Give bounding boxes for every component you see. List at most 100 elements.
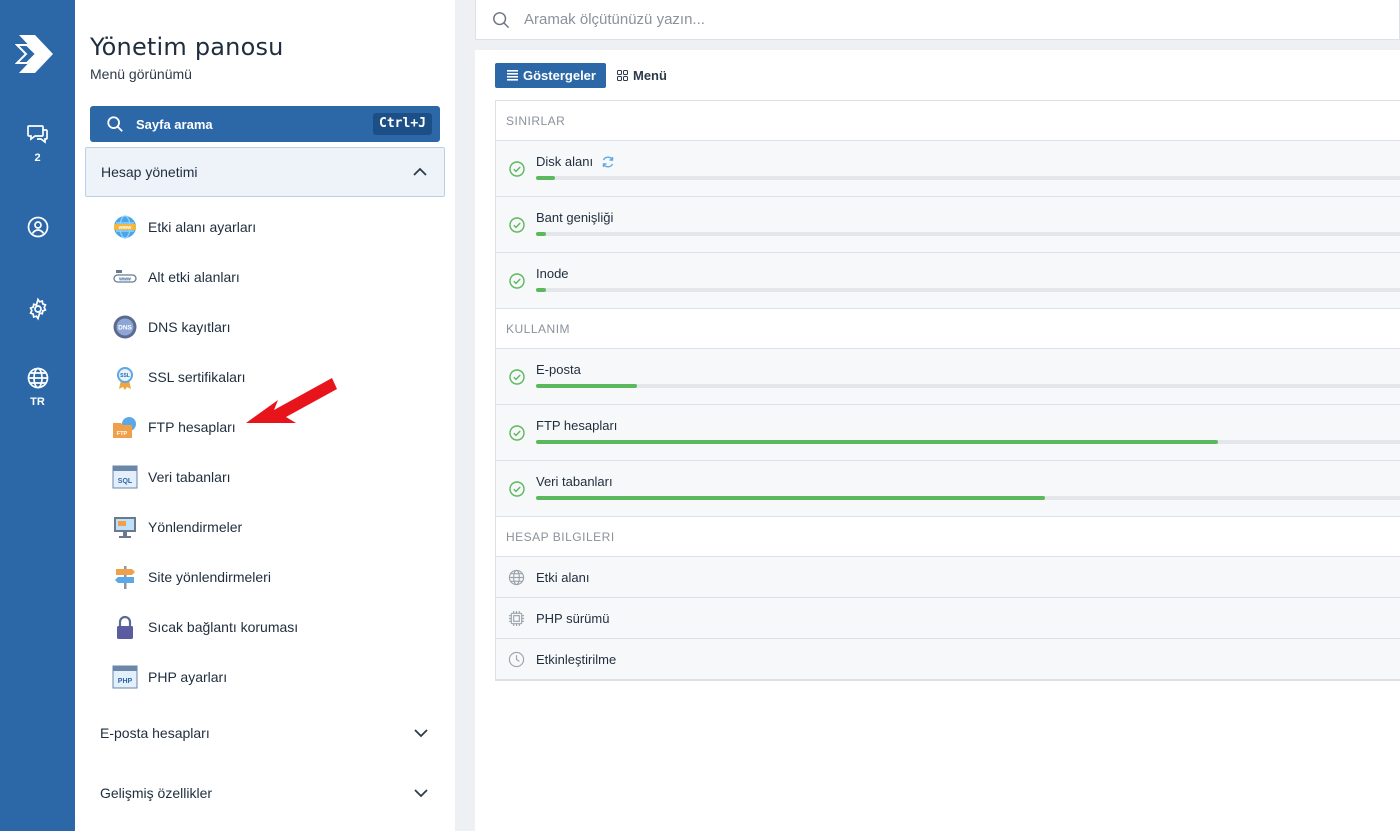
- chat-bubbles-icon: [26, 125, 48, 144]
- sql-database-icon: SQL: [111, 463, 139, 491]
- svg-text:www: www: [118, 225, 133, 231]
- section-label: Gelişmiş özellikler: [100, 785, 213, 801]
- notifications-count: 2: [34, 152, 41, 164]
- menu-item-domain-settings[interactable]: www Etki alanı ayarları: [111, 207, 431, 247]
- app-logo-icon[interactable]: [15, 33, 55, 75]
- gear-icon: [28, 297, 47, 321]
- search-input[interactable]: [524, 11, 1224, 28]
- tab-label: Menü: [632, 68, 667, 83]
- menu-item-label: Etki alanı ayarları: [148, 219, 257, 235]
- usage-header: KULLANIM: [496, 309, 1400, 349]
- stat-row-inode: Inode: [496, 253, 1400, 309]
- check-circle-icon: [509, 273, 525, 289]
- info-label: Etkinleştirilme: [536, 652, 617, 667]
- list-icon: [507, 70, 518, 81]
- left-rail: 2 TR: [0, 0, 75, 831]
- globe-icon: [508, 569, 525, 586]
- info-label: Etki alanı: [536, 570, 590, 585]
- section-account-management[interactable]: Hesap yönetimi: [85, 147, 445, 197]
- stat-label: Bant genişliği: [536, 210, 614, 225]
- svg-text:PHP: PHP: [118, 678, 133, 685]
- menu-item-databases[interactable]: SQL Veri tabanları: [111, 457, 431, 497]
- stat-row-ftp: FTP hesapları: [496, 405, 1400, 461]
- rail-account-button[interactable]: [0, 215, 75, 239]
- clock-icon: [508, 651, 525, 668]
- menu-item-label: Site yönlendirmeleri: [148, 569, 271, 585]
- ssl-badge-icon: SSL: [111, 363, 139, 391]
- chevron-down-icon: [414, 789, 428, 798]
- progress-fill: [536, 288, 546, 292]
- menu-item-label: FTP hesapları: [148, 419, 236, 435]
- stat-row-databases: Veri tabanları: [496, 461, 1400, 517]
- menu-item-hotlink-protection[interactable]: Sıcak bağlantı koruması: [111, 607, 431, 647]
- menu-item-label: DNS kayıtları: [148, 319, 231, 335]
- progress-bar: [536, 232, 1400, 236]
- svg-text:SQL: SQL: [118, 478, 133, 485]
- info-row-activation: Etkinleştirilme: [496, 639, 1400, 680]
- globe-icon: [27, 367, 48, 389]
- stat-label: Veri tabanları: [536, 474, 613, 489]
- tab-label: Göstergeler: [523, 68, 596, 83]
- search-icon: [107, 116, 123, 132]
- section-label: Hesap yönetimi: [101, 164, 198, 180]
- annotation-arrow-icon: [246, 378, 337, 423]
- menu-item-redirects[interactable]: Yönlendirmeler: [111, 507, 431, 547]
- section-email-accounts[interactable]: E-posta hesapları: [85, 713, 445, 753]
- menu-item-label: Veri tabanları: [148, 469, 231, 485]
- progress-bar: [536, 176, 1400, 180]
- stat-row-email: E-posta: [496, 349, 1400, 405]
- dns-icon: DNS: [111, 313, 139, 341]
- menu-item-label: PHP ayarları: [148, 669, 228, 685]
- tab-indicators[interactable]: Göstergeler: [495, 63, 606, 88]
- progress-fill: [536, 176, 556, 180]
- view-tabs: Göstergeler Menü: [495, 63, 667, 88]
- ftp-folder-icon: FTP: [111, 413, 139, 441]
- stat-label-wrap: Disk alanı: [536, 154, 615, 169]
- php-window-icon: PHP: [111, 663, 139, 691]
- redirect-monitor-icon: [111, 513, 139, 541]
- progress-bar: [536, 496, 1400, 500]
- check-circle-icon: [509, 161, 525, 177]
- stat-label: Inode: [536, 266, 569, 281]
- check-circle-icon: [509, 425, 525, 441]
- sidebar: Yönetim panosu Menü görünümü Sayfa arama…: [75, 0, 455, 831]
- rail-notifications-button[interactable]: 2: [0, 122, 75, 164]
- svg-text:SSL: SSL: [120, 373, 130, 379]
- subdomain-icon: www: [111, 263, 139, 291]
- stats-table: SINIRLAR Disk alanı Bant genişliği Inode…: [495, 100, 1400, 681]
- info-row-domain: Etki alanı: [496, 557, 1400, 598]
- check-circle-icon: [509, 481, 525, 497]
- grid-icon: [616, 70, 628, 81]
- stat-row-bandwidth: Bant genişliği: [496, 197, 1400, 253]
- top-search-bar: [475, 0, 1400, 40]
- rail-settings-button[interactable]: [0, 297, 75, 321]
- svg-text:DNS: DNS: [118, 325, 132, 332]
- progress-fill: [536, 496, 1045, 500]
- page-search-button[interactable]: Sayfa arama Ctrl+J: [90, 106, 440, 142]
- menu-item-label: Yönlendirmeler: [148, 519, 243, 535]
- menu-item-site-redirects[interactable]: Site yönlendirmeleri: [111, 557, 431, 597]
- progress-bar: [536, 384, 1400, 388]
- check-circle-icon: [509, 217, 525, 233]
- rail-language-button[interactable]: TR: [0, 366, 75, 408]
- stat-row-disk: Disk alanı: [496, 141, 1400, 197]
- svg-text:www: www: [118, 277, 131, 283]
- chevron-down-icon: [414, 729, 428, 738]
- dashboard-panel: Göstergeler Menü SINIRLAR Disk alanı Ban…: [475, 50, 1400, 831]
- info-label: PHP sürümü: [536, 611, 610, 626]
- tab-menu[interactable]: Menü: [616, 63, 667, 88]
- menu-item-label: Alt etki alanları: [148, 269, 240, 285]
- section-advanced-features[interactable]: Gelişmiş özellikler: [85, 773, 445, 813]
- menu-item-dns-records[interactable]: DNS DNS kayıtları: [111, 307, 431, 347]
- search-icon: [493, 11, 510, 28]
- user-circle-icon: [27, 216, 48, 238]
- check-circle-icon: [509, 369, 525, 385]
- layout-gap: [455, 0, 475, 831]
- progress-bar: [536, 288, 1400, 292]
- menu-item-php-settings[interactable]: PHP PHP ayarları: [111, 657, 431, 697]
- refresh-icon[interactable]: [601, 155, 615, 169]
- progress-fill: [536, 384, 638, 388]
- chip-icon: [508, 610, 525, 627]
- sidebar-title: Yönetim panosu: [90, 33, 284, 61]
- menu-item-subdomains[interactable]: www Alt etki alanları: [111, 257, 431, 297]
